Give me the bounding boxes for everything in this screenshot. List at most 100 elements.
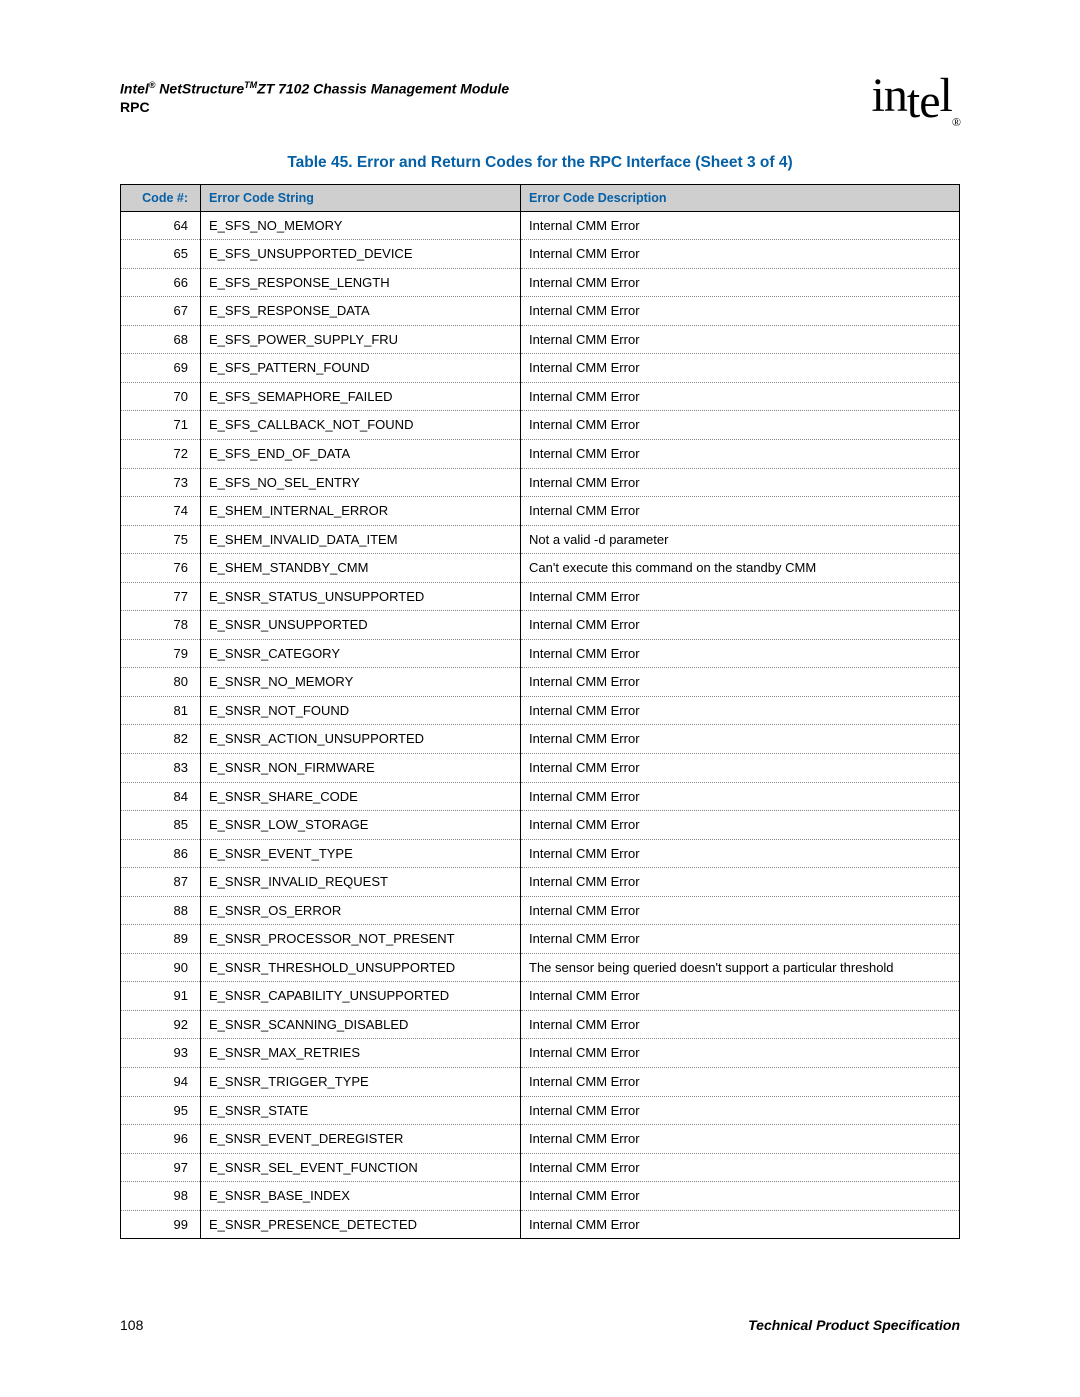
col-header-string: Error Code String xyxy=(201,184,521,211)
cell-code: 83 xyxy=(121,753,201,782)
cell-desc: Internal CMM Error xyxy=(521,1125,960,1154)
cell-code: 87 xyxy=(121,868,201,897)
cell-string: E_SNSR_CAPABILITY_UNSUPPORTED xyxy=(201,982,521,1011)
cell-string: E_SNSR_PROCESSOR_NOT_PRESENT xyxy=(201,925,521,954)
cell-code: 90 xyxy=(121,953,201,982)
table-row: 72E_SFS_END_OF_DATAInternal CMM Error xyxy=(121,439,960,468)
cell-string: E_SFS_END_OF_DATA xyxy=(201,439,521,468)
page-number: 108 xyxy=(120,1317,143,1333)
cell-string: E_SFS_CALLBACK_NOT_FOUND xyxy=(201,411,521,440)
cell-code: 78 xyxy=(121,611,201,640)
cell-desc: Internal CMM Error xyxy=(521,1153,960,1182)
table-row: 82E_SNSR_ACTION_UNSUPPORTEDInternal CMM … xyxy=(121,725,960,754)
header-left: Intel® NetStructureTMZT 7102 Chassis Man… xyxy=(120,68,509,115)
cell-code: 80 xyxy=(121,668,201,697)
cell-string: E_SNSR_EVENT_TYPE xyxy=(201,839,521,868)
cell-code: 84 xyxy=(121,782,201,811)
registered-icon: ® xyxy=(952,115,960,129)
table-row: 88E_SNSR_OS_ERRORInternal CMM Error xyxy=(121,896,960,925)
cell-desc: Internal CMM Error xyxy=(521,268,960,297)
cell-desc: Internal CMM Error xyxy=(521,839,960,868)
table-row: 95E_SNSR_STATEInternal CMM Error xyxy=(121,1096,960,1125)
cell-string: E_SHEM_STANDBY_CMM xyxy=(201,554,521,583)
cell-desc: Internal CMM Error xyxy=(521,811,960,840)
cell-string: E_SFS_PATTERN_FOUND xyxy=(201,354,521,383)
error-codes-table: Code #: Error Code String Error Code Des… xyxy=(120,184,960,1240)
cell-code: 93 xyxy=(121,1039,201,1068)
cell-desc: Internal CMM Error xyxy=(521,753,960,782)
cell-string: E_SNSR_STATE xyxy=(201,1096,521,1125)
cell-string: E_SFS_POWER_SUPPLY_FRU xyxy=(201,325,521,354)
cell-string: E_SNSR_TRIGGER_TYPE xyxy=(201,1068,521,1097)
cell-desc: Internal CMM Error xyxy=(521,468,960,497)
cell-string: E_SNSR_UNSUPPORTED xyxy=(201,611,521,640)
col-header-desc: Error Code Description xyxy=(521,184,960,211)
cell-code: 64 xyxy=(121,211,201,240)
cell-desc: Internal CMM Error xyxy=(521,1010,960,1039)
cell-string: E_SNSR_SHARE_CODE xyxy=(201,782,521,811)
table-row: 80E_SNSR_NO_MEMORYInternal CMM Error xyxy=(121,668,960,697)
col-header-code: Code #: xyxy=(121,184,201,211)
table-row: 87E_SNSR_INVALID_REQUESTInternal CMM Err… xyxy=(121,868,960,897)
cell-code: 89 xyxy=(121,925,201,954)
cell-desc: Internal CMM Error xyxy=(521,297,960,326)
title-suffix: ZT 7102 Chassis Management Module xyxy=(257,81,509,97)
cell-desc: Internal CMM Error xyxy=(521,1039,960,1068)
cell-code: 82 xyxy=(121,725,201,754)
document-title: Intel® NetStructureTMZT 7102 Chassis Man… xyxy=(120,80,509,97)
table-row: 71E_SFS_CALLBACK_NOT_FOUNDInternal CMM E… xyxy=(121,411,960,440)
cell-code: 69 xyxy=(121,354,201,383)
cell-desc: Internal CMM Error xyxy=(521,1068,960,1097)
table-row: 70E_SFS_SEMAPHORE_FAILEDInternal CMM Err… xyxy=(121,382,960,411)
cell-string: E_SNSR_ACTION_UNSUPPORTED xyxy=(201,725,521,754)
cell-desc: Internal CMM Error xyxy=(521,668,960,697)
cell-string: E_SFS_RESPONSE_DATA xyxy=(201,297,521,326)
table-row: 76E_SHEM_STANDBY_CMMCan't execute this c… xyxy=(121,554,960,583)
document-subtitle: RPC xyxy=(120,99,509,115)
cell-desc: Internal CMM Error xyxy=(521,211,960,240)
cell-string: E_SHEM_INVALID_DATA_ITEM xyxy=(201,525,521,554)
cell-code: 66 xyxy=(121,268,201,297)
cell-desc: Internal CMM Error xyxy=(521,896,960,925)
cell-string: E_SFS_NO_MEMORY xyxy=(201,211,521,240)
cell-desc: Internal CMM Error xyxy=(521,925,960,954)
cell-desc: Internal CMM Error xyxy=(521,696,960,725)
cell-desc: Internal CMM Error xyxy=(521,354,960,383)
cell-string: E_SNSR_NO_MEMORY xyxy=(201,668,521,697)
cell-code: 75 xyxy=(121,525,201,554)
cell-desc: Internal CMM Error xyxy=(521,240,960,269)
cell-code: 76 xyxy=(121,554,201,583)
cell-desc: Not a valid -d parameter xyxy=(521,525,960,554)
cell-desc: Internal CMM Error xyxy=(521,1182,960,1211)
table-row: 81E_SNSR_NOT_FOUNDInternal CMM Error xyxy=(121,696,960,725)
cell-desc: Internal CMM Error xyxy=(521,982,960,1011)
cell-string: E_SNSR_SEL_EVENT_FUNCTION xyxy=(201,1153,521,1182)
cell-string: E_SNSR_THRESHOLD_UNSUPPORTED xyxy=(201,953,521,982)
cell-code: 70 xyxy=(121,382,201,411)
cell-code: 77 xyxy=(121,582,201,611)
cell-code: 72 xyxy=(121,439,201,468)
cell-string: E_SFS_NO_SEL_ENTRY xyxy=(201,468,521,497)
cell-desc: Internal CMM Error xyxy=(521,382,960,411)
cell-code: 85 xyxy=(121,811,201,840)
cell-code: 88 xyxy=(121,896,201,925)
table-row: 96E_SNSR_EVENT_DEREGISTERInternal CMM Er… xyxy=(121,1125,960,1154)
cell-code: 99 xyxy=(121,1210,201,1239)
table-row: 65E_SFS_UNSUPPORTED_DEVICEInternal CMM E… xyxy=(121,240,960,269)
cell-desc: Can't execute this command on the standb… xyxy=(521,554,960,583)
table-row: 83E_SNSR_NON_FIRMWAREInternal CMM Error xyxy=(121,753,960,782)
cell-string: E_SNSR_STATUS_UNSUPPORTED xyxy=(201,582,521,611)
cell-desc: Internal CMM Error xyxy=(521,439,960,468)
cell-code: 79 xyxy=(121,639,201,668)
cell-string: E_SNSR_MAX_RETRIES xyxy=(201,1039,521,1068)
cell-code: 67 xyxy=(121,297,201,326)
table-row: 99E_SNSR_PRESENCE_DETECTEDInternal CMM E… xyxy=(121,1210,960,1239)
trademark-icon: TM xyxy=(244,80,257,90)
cell-string: E_SNSR_OS_ERROR xyxy=(201,896,521,925)
cell-code: 68 xyxy=(121,325,201,354)
cell-desc: Internal CMM Error xyxy=(521,582,960,611)
table-row: 74E_SHEM_INTERNAL_ERRORInternal CMM Erro… xyxy=(121,497,960,526)
cell-desc: Internal CMM Error xyxy=(521,725,960,754)
cell-string: E_SNSR_PRESENCE_DETECTED xyxy=(201,1210,521,1239)
cell-code: 86 xyxy=(121,839,201,868)
